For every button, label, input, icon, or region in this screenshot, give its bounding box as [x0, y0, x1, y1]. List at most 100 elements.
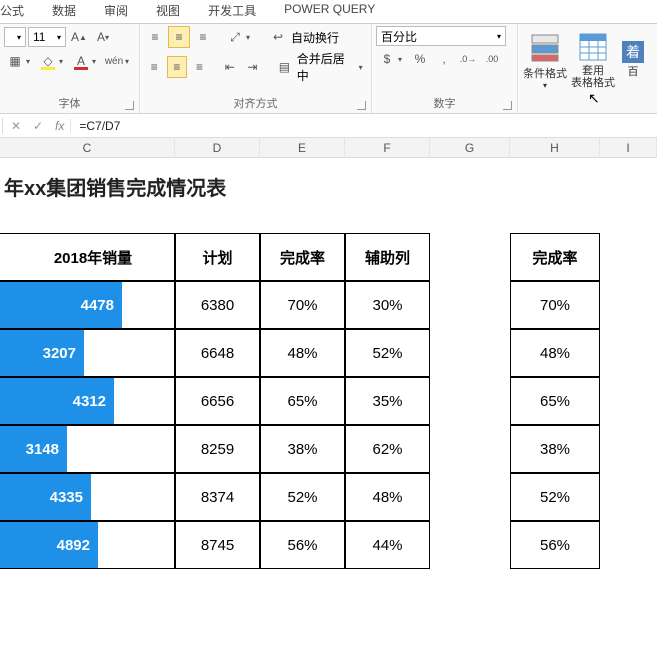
fill-color-button[interactable]: ◇ [37, 50, 59, 72]
cell-sales[interactable]: 4312 [0, 377, 175, 425]
col-header-e[interactable]: E [260, 138, 345, 157]
cell-rate[interactable]: 38% [260, 425, 345, 473]
align-bottom-button[interactable]: ≡ [192, 26, 214, 48]
table-row[interactable]: 4478 6380 70% 30% [0, 281, 430, 329]
cell-plan[interactable]: 6656 [175, 377, 260, 425]
align-left-button[interactable]: ≡ [144, 56, 165, 78]
col-header-g[interactable]: G [430, 138, 510, 157]
increase-decimal-button[interactable]: .0→ [457, 48, 479, 70]
cell-styles-button[interactable]: 着 百 [618, 28, 648, 92]
group-font: ▾ 11▾ A▲ A▾ ▦▾ ◇▾ A▾ wén▾ 字体 [0, 24, 140, 113]
aux-table: 完成率 70% 48% 65% 38% 52% 56% [510, 233, 600, 569]
table-row[interactable]: 3207 6648 48% 52% [0, 329, 430, 377]
table-row[interactable]: 4312 6656 65% 35% [0, 377, 430, 425]
fx-button[interactable]: fx [49, 119, 71, 133]
number-format-combo[interactable]: 百分比▾ [376, 26, 506, 46]
cell-plan[interactable]: 6380 [175, 281, 260, 329]
align-center-button[interactable]: ≡ [167, 56, 188, 78]
data-bar: 3148 [0, 426, 67, 472]
main-table: 2018年销量 计划 完成率 辅助列 4478 6380 70% 30% 320… [0, 233, 430, 569]
formula-bar: ✕ ✓ fx =C7/D7 [0, 114, 657, 138]
tab-powerquery[interactable]: POWER QUERY [284, 2, 375, 19]
merge-center-button[interactable]: 合并后居中 [297, 50, 353, 84]
cell-sales[interactable]: 4335 [0, 473, 175, 521]
cell-plan[interactable]: 8259 [175, 425, 260, 473]
cell-aux[interactable]: 44% [345, 521, 430, 569]
accounting-button[interactable]: $ [376, 48, 398, 70]
cell-rate2[interactable]: 65% [510, 377, 600, 425]
table-format-button[interactable]: 套用 表格格式 [570, 28, 616, 92]
cell-plan[interactable]: 8745 [175, 521, 260, 569]
sheet-area[interactable]: 年xx集团销售完成情况表 2018年销量 计划 完成率 辅助列 4478 638… [0, 158, 657, 569]
align-top-button[interactable]: ≡ [144, 26, 166, 48]
col-header-c[interactable]: C [0, 138, 175, 157]
font-color-button[interactable]: A [70, 50, 92, 72]
table-row[interactable]: 70% [510, 281, 600, 329]
tab-formulas[interactable]: 公式 [0, 2, 24, 19]
conditional-format-button[interactable]: 条件格式▾ [522, 28, 568, 92]
formula-input[interactable]: =C7/D7 [71, 119, 657, 133]
cell-rate[interactable]: 56% [260, 521, 345, 569]
border-button[interactable]: ▦ [4, 50, 26, 72]
table-row[interactable]: 48% [510, 329, 600, 377]
cell-aux[interactable]: 52% [345, 329, 430, 377]
cancel-formula-button[interactable]: ✕ [5, 119, 27, 133]
cell-aux[interactable]: 48% [345, 473, 430, 521]
col-header-h[interactable]: H [510, 138, 600, 157]
cell-sales[interactable]: 4892 [0, 521, 175, 569]
percent-button[interactable]: % [409, 48, 431, 70]
align-middle-button[interactable]: ≡ [168, 26, 190, 48]
cell-aux[interactable]: 62% [345, 425, 430, 473]
cell-rate2[interactable]: 56% [510, 521, 600, 569]
font-family-combo[interactable]: ▾ [4, 27, 26, 47]
cell-sales[interactable]: 4478 [0, 281, 175, 329]
data-bar: 4478 [0, 282, 122, 328]
cell-sales[interactable]: 3207 [0, 329, 175, 377]
col-header-i[interactable]: I [600, 138, 657, 157]
cell-rate2[interactable]: 48% [510, 329, 600, 377]
group-label-align: 对齐方式 [144, 93, 367, 113]
tab-devtools[interactable]: 开发工具 [208, 2, 256, 19]
decrease-decimal-button[interactable]: .00 [481, 48, 503, 70]
increase-indent-button[interactable]: ⇥ [242, 56, 263, 78]
table-row[interactable]: 52% [510, 473, 600, 521]
data-bar: 3207 [0, 330, 84, 376]
cell-rate2[interactable]: 52% [510, 473, 600, 521]
decrease-indent-button[interactable]: ⇤ [219, 56, 240, 78]
wrap-text-icon: ↩ [267, 26, 289, 48]
cell-aux[interactable]: 35% [345, 377, 430, 425]
table-row[interactable]: 4335 8374 52% 48% [0, 473, 430, 521]
cell-rate[interactable]: 48% [260, 329, 345, 377]
table-row[interactable]: 65% [510, 377, 600, 425]
cell-plan[interactable]: 8374 [175, 473, 260, 521]
tab-data[interactable]: 数据 [52, 2, 76, 19]
group-number: 百分比▾ $▾ % , .0→ .00 数字 [372, 24, 518, 113]
cell-rate[interactable]: 70% [260, 281, 345, 329]
th-rate2: 完成率 [510, 233, 600, 281]
increase-font-button[interactable]: A▲ [68, 26, 90, 48]
comma-button[interactable]: , [433, 48, 455, 70]
phonetic-button[interactable]: wén [103, 50, 125, 72]
accept-formula-button[interactable]: ✓ [27, 119, 49, 133]
decrease-font-button[interactable]: A▾ [92, 26, 114, 48]
table-row[interactable]: 3148 8259 38% 62% [0, 425, 430, 473]
cell-rate2[interactable]: 70% [510, 281, 600, 329]
align-right-button[interactable]: ≡ [189, 56, 210, 78]
orientation-button[interactable]: ⤢ [224, 26, 246, 48]
tab-view[interactable]: 视图 [156, 2, 180, 19]
wrap-text-button[interactable]: 自动换行 [291, 29, 339, 46]
cell-plan[interactable]: 6648 [175, 329, 260, 377]
cell-rate2[interactable]: 38% [510, 425, 600, 473]
cell-aux[interactable]: 30% [345, 281, 430, 329]
table-row[interactable]: 4892 8745 56% 44% [0, 521, 430, 569]
font-size-combo[interactable]: 11▾ [28, 27, 66, 47]
cell-sales[interactable]: 3148 [0, 425, 175, 473]
table-row[interactable]: 38% [510, 425, 600, 473]
ribbon-tabs: 公式 数据 审阅 视图 开发工具 POWER QUERY [0, 0, 657, 24]
tab-review[interactable]: 审阅 [104, 2, 128, 19]
table-row[interactable]: 56% [510, 521, 600, 569]
cell-rate[interactable]: 52% [260, 473, 345, 521]
cell-rate[interactable]: 65% [260, 377, 345, 425]
col-header-f[interactable]: F [345, 138, 430, 157]
col-header-d[interactable]: D [175, 138, 260, 157]
